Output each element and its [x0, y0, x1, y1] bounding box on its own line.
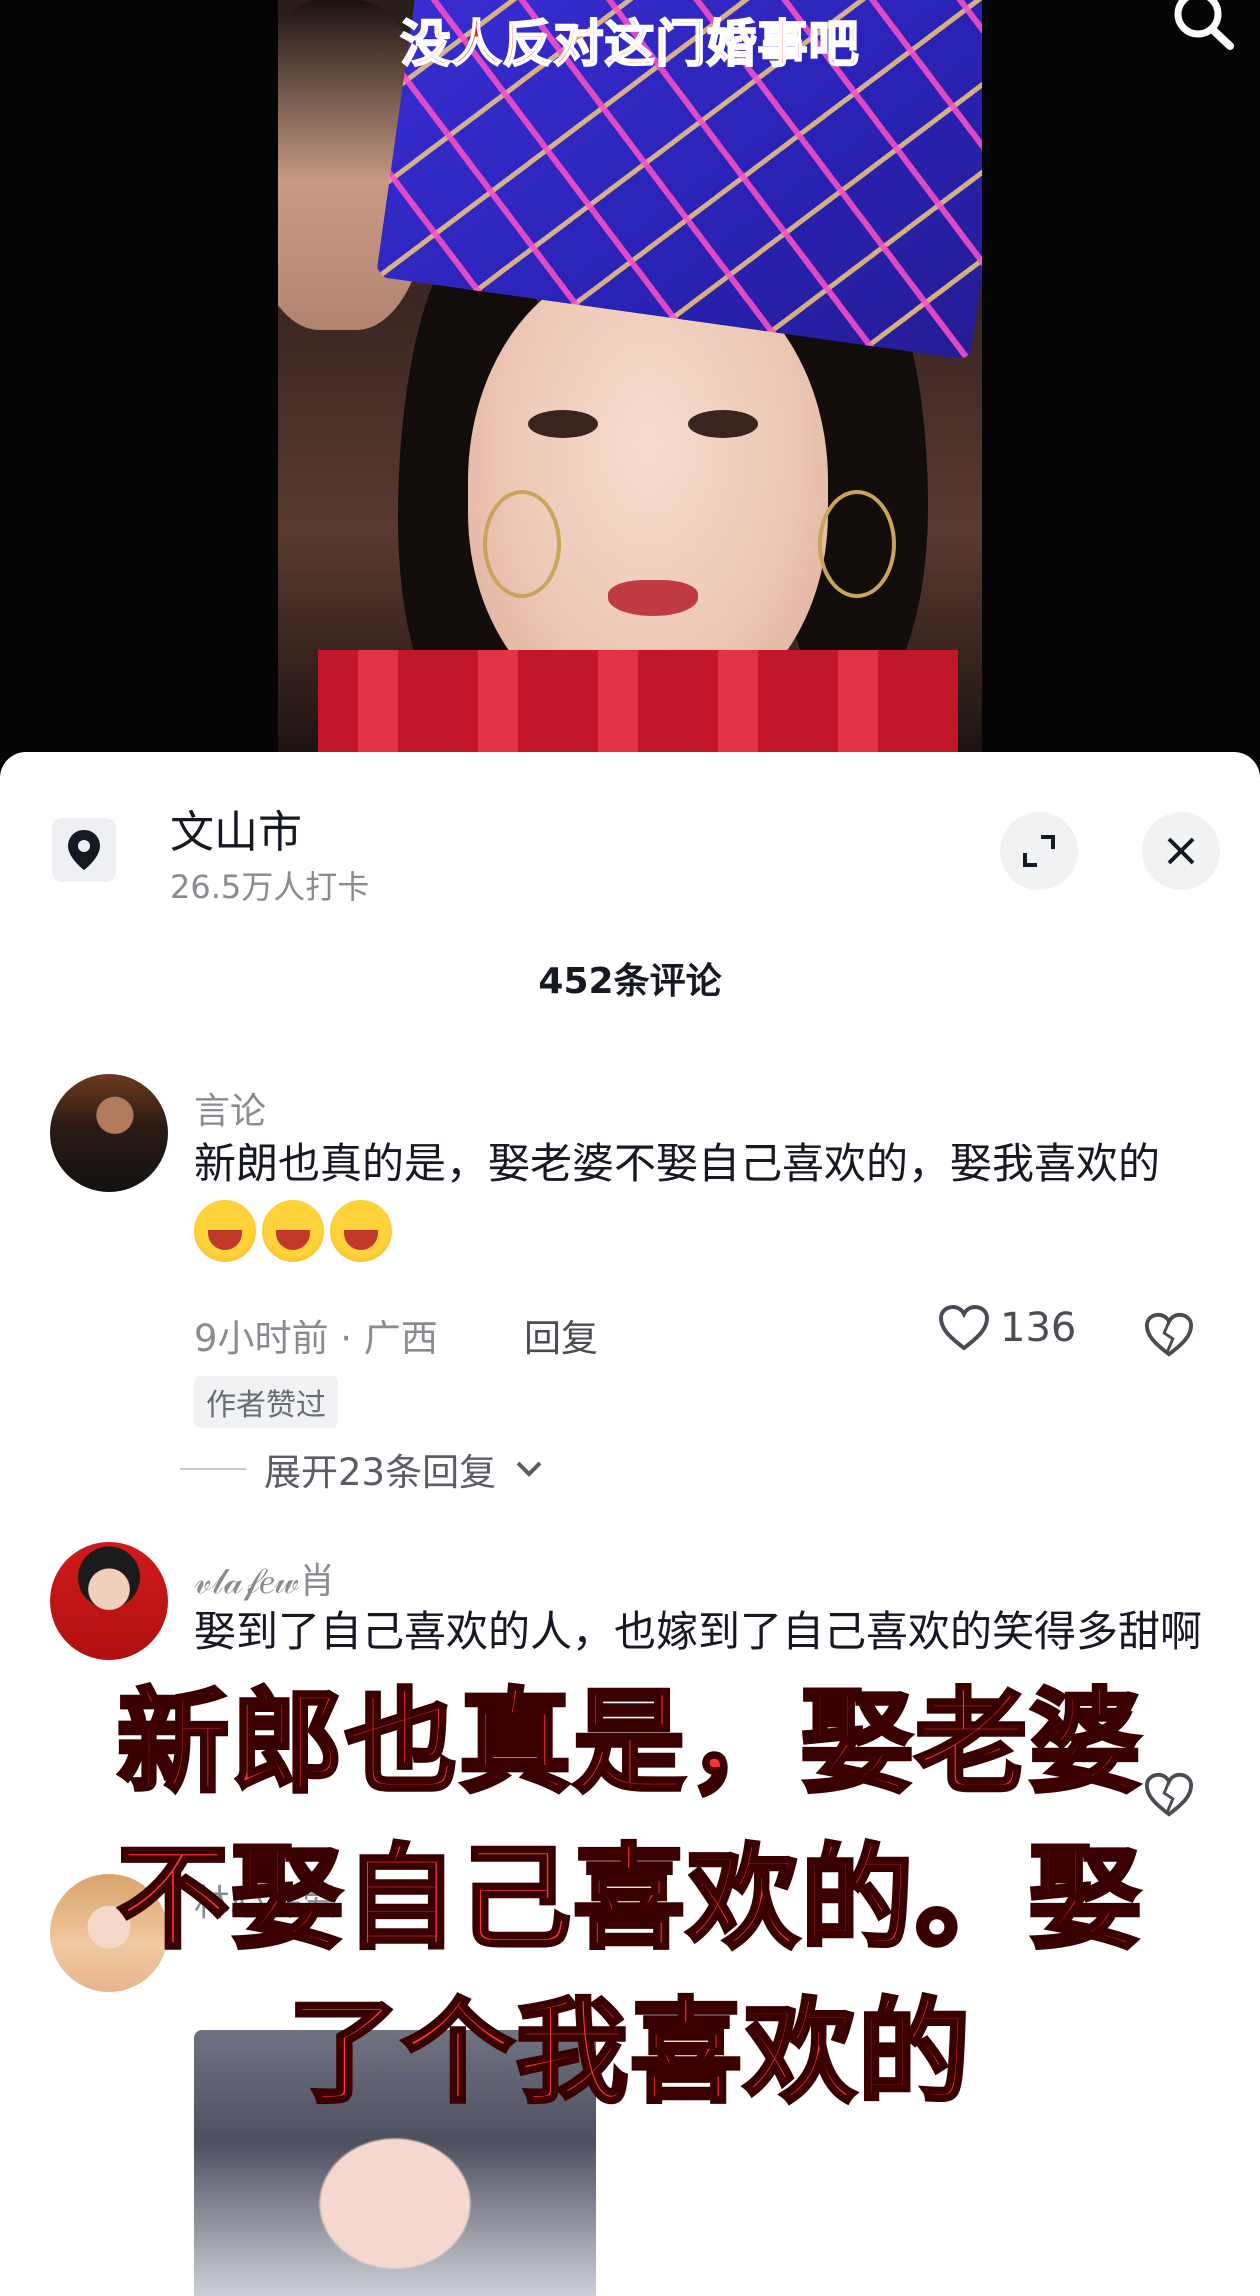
comment-count-title: 452条评论: [538, 961, 722, 1002]
location-pin-icon[interactable]: [52, 818, 116, 882]
comments-sheet: 文山市 26.5万人打卡 452条评论 言论 新朗也真的是，娶老婆不娶自己喜欢的…: [0, 752, 1260, 2296]
author-liked-badge: 作者赞过: [194, 1376, 338, 1428]
laughing-crying-emoji-icon: [194, 1199, 256, 1262]
chevron-down-icon: [516, 1461, 542, 1477]
overlay-caption-line: 了个我喜欢的: [286, 1986, 972, 2120]
close-icon: [1167, 837, 1195, 865]
red-costume-collar: [318, 650, 958, 760]
expand-icon: [1023, 835, 1055, 867]
comment-username[interactable]: 言论: [194, 1082, 266, 1134]
laughing-crying-emoji-icon: [330, 1199, 392, 1262]
like-button[interactable]: 136: [938, 1304, 1076, 1352]
comment-username[interactable]: 𝓋𝓁𝒶𝒻𝑒𝓌肖: [194, 1552, 335, 1604]
location-name[interactable]: 文山市: [170, 796, 302, 860]
comment-text: 娶到了自己喜欢的人，也嫁到了自己喜欢的笑得多甜啊: [194, 1607, 1203, 1656]
video-player[interactable]: 没人反对这门婚事吧: [0, 0, 1260, 760]
close-button[interactable]: [1142, 812, 1220, 890]
expand-button[interactable]: [1000, 812, 1078, 890]
overlay-caption-line: 新郎也真是，娶老婆: [115, 1676, 1143, 1810]
avatar[interactable]: [50, 1542, 168, 1660]
expand-replies-label: 展开23条回复: [264, 1451, 497, 1494]
search-icon[interactable]: [1168, 0, 1238, 50]
location-checkin-count: 26.5万人打卡: [170, 868, 370, 906]
laughing-crying-emoji-icon: [262, 1199, 324, 1262]
reply-button[interactable]: 回复: [524, 1308, 598, 1362]
earring: [483, 490, 561, 598]
expand-replies-button[interactable]: 展开23条回复: [180, 1442, 544, 1496]
avatar[interactable]: [50, 1074, 168, 1192]
broken-heart-icon[interactable]: [1144, 1310, 1194, 1360]
comment-time-location: 9小时前 · 广西: [194, 1317, 438, 1360]
like-count: 136: [1000, 1305, 1077, 1351]
earring: [818, 490, 896, 598]
overlay-caption-line: 不娶自己喜欢的。娶: [115, 1832, 1143, 1966]
heart-icon: [938, 1304, 990, 1351]
divider: [180, 1468, 246, 1470]
comment-text: 新朗也真的是，娶老婆不娶自己喜欢的，娶我喜欢的: [194, 1132, 1214, 1262]
video-frame: 没人反对这门婚事吧: [278, 0, 982, 760]
video-caption-title: 没人反对这门婚事吧: [400, 14, 860, 74]
